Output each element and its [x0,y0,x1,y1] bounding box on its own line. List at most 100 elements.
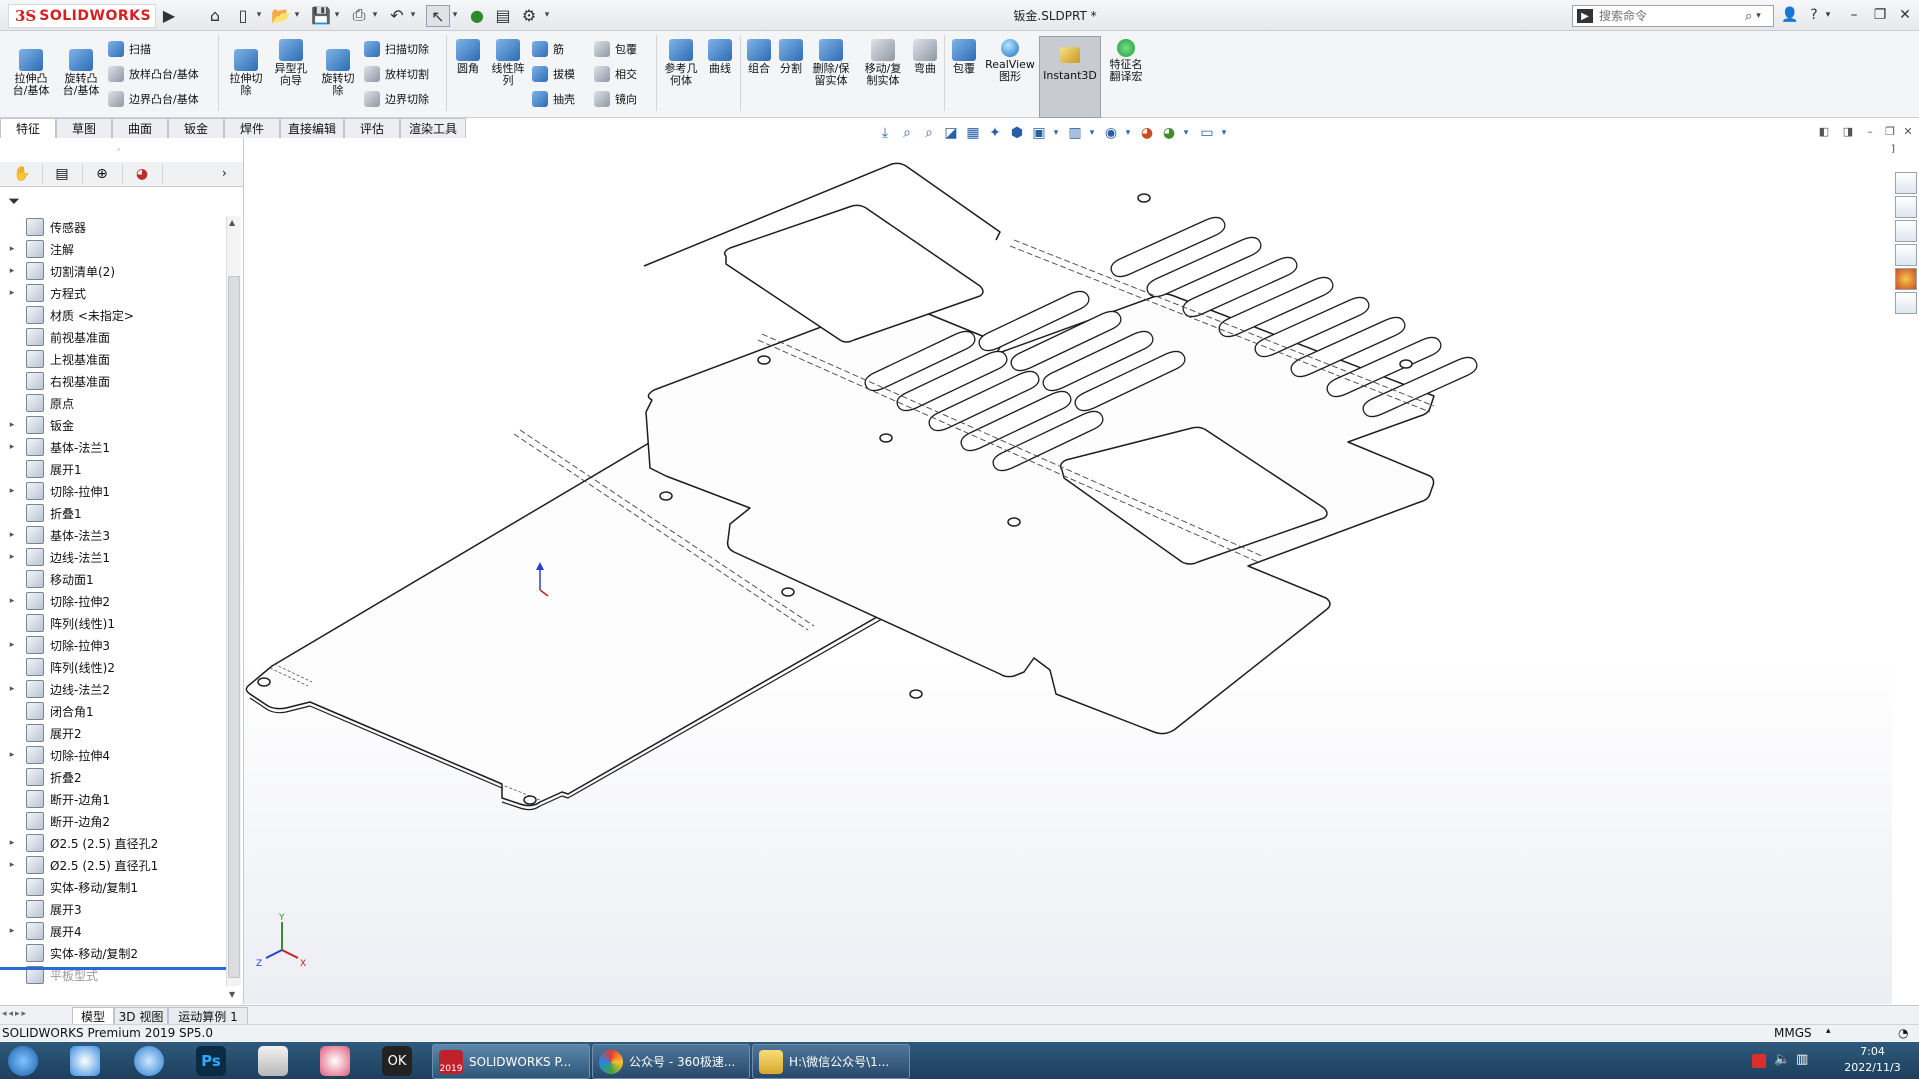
viewport-tile-left-icon[interactable]: ◧ [1816,124,1832,138]
viewport-close-icon[interactable]: ✕ [1900,124,1916,138]
tab-direct-editing[interactable]: 直接编辑 [280,118,344,139]
home-icon[interactable]: ⌂ [204,5,226,25]
delete-keep-body-button[interactable]: 删除/保 留实体 [808,39,854,87]
rebuild-traffic-light-icon[interactable]: ● [466,5,488,25]
undo-icon[interactable]: ↶ [386,5,408,25]
expand-arrow-icon[interactable]: ▸ [6,750,18,760]
edit-appearance-icon[interactable]: ▥ [1066,124,1084,142]
tree-node[interactable]: 折叠2 [0,766,226,788]
expand-arrow-icon[interactable]: ▸ [6,486,18,496]
display-style-icon[interactable]: ⬢ [1008,124,1026,142]
panel-grip-icon[interactable]: ◦ [116,146,121,156]
shell-button[interactable]: 抽壳 [532,89,575,109]
viewport-restore-icon[interactable]: ❐ [1882,124,1898,138]
search-input[interactable] [1597,8,1741,24]
tab-scroll-arrows-icon[interactable]: ◂◂▸▸ [2,1009,28,1019]
tree-node[interactable]: 阵列(线性)2 [0,656,226,678]
taskbar-tool-icon[interactable] [320,1046,350,1076]
swept-cut-button[interactable]: 扫描切除 [364,39,429,59]
expand-arrow-icon[interactable]: ▸ [6,266,18,276]
realview-hud-icon[interactable]: ◕ [1160,124,1178,142]
view-palette-icon[interactable] [1895,244,1917,266]
intersect-button[interactable]: 相交 [594,64,637,84]
select-pointer-icon[interactable]: ↖ [426,5,450,27]
file-explorer-icon[interactable] [1895,220,1917,242]
draft-button[interactable]: 拔模 [532,64,575,84]
undo-dropdown-icon[interactable]: ▾ [408,8,418,22]
print-icon[interactable]: ⎙ [348,5,370,25]
tree-node[interactable]: ▸ 切除-拉伸3 [0,634,226,656]
tree-node[interactable]: ▸ 基体-法兰1 [0,436,226,458]
tab-features[interactable]: 特征 [0,118,56,139]
tree-node[interactable]: 前视基准面 [0,326,226,348]
expand-arrow-icon[interactable]: ▸ [6,838,18,848]
search-magnifier-icon[interactable]: ⌕ [1745,9,1752,24]
tree-node[interactable]: ▸ 钣金 [0,414,226,436]
hide-show-items-icon[interactable]: ▣ [1030,124,1048,142]
close-window-icon[interactable]: ✕ [1893,4,1917,26]
tree-node[interactable]: 断开-边角1 [0,788,226,810]
previous-view-icon[interactable]: ⌕ [920,124,938,142]
unit-system-dropdown-icon[interactable]: ▴ [1826,1026,1831,1036]
tree-node[interactable]: ▸ 切除-拉伸4 [0,744,226,766]
volume-icon[interactable]: 🔈 [1774,1052,1790,1067]
tree-node[interactable]: ▸ 展开4 [0,920,226,942]
scroll-up-arrow-icon[interactable]: ▲ [229,218,235,227]
tree-node[interactable]: 传感器 [0,216,226,238]
expand-arrow-icon[interactable]: ▸ [6,860,18,870]
lofted-cut-button[interactable]: 放样切割 [364,64,429,84]
expand-arrow-icon[interactable]: ▸ [6,530,18,540]
expand-arrow-icon[interactable]: ▸ [6,926,18,936]
sweep-button[interactable]: 扫描 [108,39,151,59]
monitor-dropdown-icon[interactable]: ▾ [1220,124,1228,142]
fillet-button[interactable]: 圆角 [450,39,486,75]
tree-node[interactable]: 材质 <未指定> [0,304,226,326]
search-dropdown-icon[interactable]: ▾ [1756,11,1761,21]
solidworks-logo[interactable]: 3S SOLIDWORKS [8,4,156,28]
monitor-display-icon[interactable]: ▭ [1198,124,1216,142]
select-dropdown-icon[interactable]: ▾ [450,8,460,22]
tree-node[interactable]: 闭合角1 [0,700,226,722]
wrap-button[interactable]: 包覆 [594,39,637,59]
zoom-to-fit-icon[interactable]: ⤓ [876,124,894,142]
tree-node[interactable]: ▸ 注解 [0,238,226,260]
file-properties-icon[interactable]: ▤ [492,5,514,25]
help-dropdown-icon[interactable]: ▾ [1822,4,1834,26]
expand-arrow-icon[interactable]: ▸ [6,596,18,606]
tab-motion-study[interactable]: 运动算例 1 [168,1007,248,1025]
open-folder-icon[interactable]: 📂 [270,5,292,25]
curves-button[interactable]: 曲线 [704,39,736,75]
extrude-boss-button[interactable]: 拉伸凸 台/基体 [8,49,54,97]
network-icon[interactable]: ▥ [1796,1052,1808,1067]
taskbar-media-icon[interactable] [258,1046,288,1076]
new-document-icon[interactable]: ▯ [232,5,254,25]
photoshop-icon[interactable]: Ps [196,1046,226,1076]
feature-translate-macro-button[interactable]: 特征名 翻译宏 [1102,39,1150,83]
taskbar-ok-icon[interactable]: OK [382,1046,412,1076]
tree-node[interactable]: 移动面1 [0,568,226,590]
restore-window-icon[interactable]: ❐ [1868,4,1892,26]
appearance-dropdown-icon[interactable]: ▾ [1088,124,1096,142]
tab-model[interactable]: 模型 [72,1007,114,1025]
tree-node[interactable]: 展开1 [0,458,226,480]
print-dropdown-icon[interactable]: ▾ [370,8,380,22]
flex-button[interactable]: 弯曲 [910,39,940,75]
boundary-cut-button[interactable]: 边界切除 [364,89,429,109]
reference-geometry-button[interactable]: 参考几 何体 [660,39,702,87]
tree-node[interactable]: 上视基准面 [0,348,226,370]
options-dropdown-icon[interactable]: ▾ [542,8,552,22]
apply-scene-icon[interactable]: ◉ [1102,124,1120,142]
expand-arrow-icon[interactable]: ▸ [6,288,18,298]
combine-button[interactable]: 组合 [744,39,774,75]
tab-surfaces[interactable]: 曲面 [112,118,168,139]
tree-node[interactable]: 实体-移动/复制2 [0,942,226,964]
tree-node[interactable]: ▸ Ø2.5 (2.5) 直径孔2 [0,832,226,854]
expand-arrow-icon[interactable]: ▸ [6,684,18,694]
view-settings-icon[interactable]: ◕ [1138,124,1156,142]
taskbar-explorer-task[interactable]: H:\微信公众号\1... [752,1044,910,1079]
dynamic-annotation-icon[interactable]: ▦ [964,124,982,142]
taskbar-clock[interactable]: 7:04 2022/11/3 [1830,1044,1915,1076]
linear-pattern-button[interactable]: 线性阵 列 [488,39,528,87]
custom-properties-icon[interactable] [1895,292,1917,314]
realview-button[interactable]: RealView 图形 [984,39,1036,83]
